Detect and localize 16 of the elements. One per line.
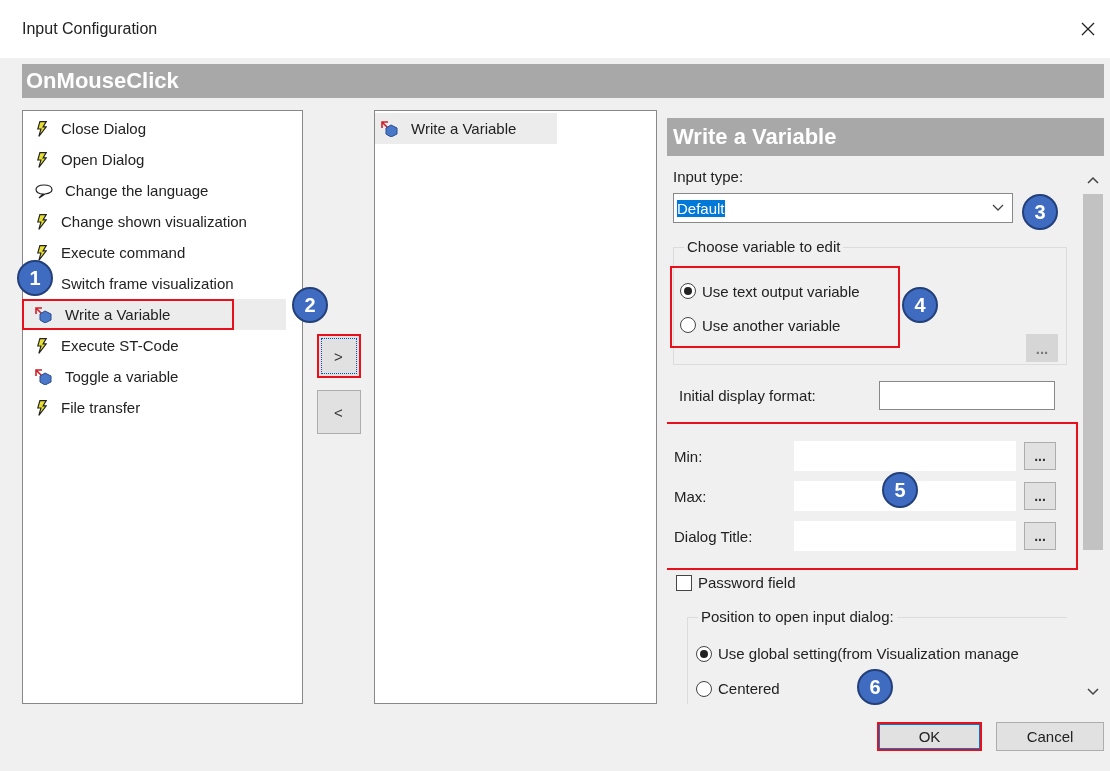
step-callout-tooltip: 5 <box>882 472 918 508</box>
step-callout-tooltip: 2 <box>292 287 328 323</box>
window-title: Input Configuration <box>22 20 158 38</box>
field-label: Dialog Title: <box>674 527 754 545</box>
detail-header: Write a Variable <box>667 118 1104 156</box>
step-callout-tooltip: 6 <box>857 669 893 705</box>
display-format-label: Initial display format: <box>679 387 816 404</box>
event-header: OnMouseClick <box>22 64 1104 98</box>
group-title: Choose variable to edit <box>684 238 844 255</box>
input-type-label: Input type: <box>673 168 745 185</box>
step-callout-tooltip: 1 <box>17 260 53 296</box>
field-label: Max: <box>674 487 708 505</box>
group-title: Position to open input dialog: <box>698 608 897 625</box>
field-label: Min: <box>674 447 704 465</box>
step-callout-tooltip: 4 <box>902 287 938 323</box>
step-callout-tooltip: 3 <box>1022 194 1058 230</box>
